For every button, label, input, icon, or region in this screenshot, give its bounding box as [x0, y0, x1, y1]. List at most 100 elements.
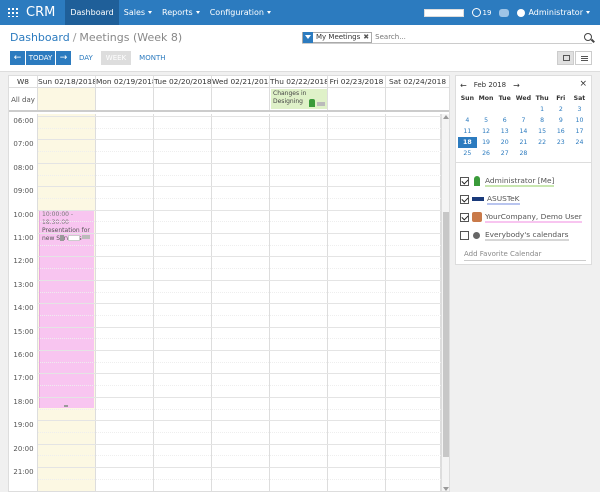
top-navbar: CRM Dashboard Sales Reports Configuratio…	[0, 0, 600, 25]
day-header[interactable]: Tue 02/20/2018	[154, 76, 212, 87]
chat-icon[interactable]	[499, 8, 510, 17]
mini-day[interactable]: 21	[514, 137, 533, 148]
view-week[interactable]: WEEK	[100, 51, 132, 65]
menu-sales[interactable]: Sales	[119, 0, 157, 25]
mini-day[interactable]: 23	[551, 137, 570, 148]
mini-dow-label: Tue	[498, 95, 511, 102]
calendar-scrollbar[interactable]	[441, 114, 449, 491]
mini-day[interactable]: 18	[458, 137, 477, 148]
view-month[interactable]: MONTH	[134, 51, 170, 65]
filter-demo-user[interactable]: YourCompany, Demo User	[460, 208, 587, 226]
filter-checkbox[interactable]	[460, 212, 469, 222]
half-hour-line	[38, 291, 441, 293]
all-day-event[interactable]: Changes in Designing	[271, 89, 327, 109]
all-day-cell[interactable]: Changes in Designing	[270, 88, 328, 110]
control-panel: Dashboard / Meetings (Week 8) My Meetings …	[0, 25, 600, 72]
next-button[interactable]: →	[56, 51, 71, 65]
mini-prev-month-button[interactable]: ←	[456, 81, 471, 90]
filter-checkbox[interactable]	[460, 176, 469, 186]
filter-everybody[interactable]: Everybody's calendars	[460, 226, 587, 244]
day-header[interactable]: Wed 02/21/2018	[212, 76, 270, 87]
mini-day[interactable]: 8	[533, 115, 552, 126]
calendar-event[interactable]: 10:00:00 - 18:30:00 Presentation for new…	[39, 209, 94, 409]
all-day-cell[interactable]	[38, 88, 96, 110]
mini-day[interactable]: 3	[570, 104, 589, 115]
app-brand[interactable]: CRM	[0, 0, 65, 25]
list-view-button[interactable]	[575, 51, 592, 65]
time-grid[interactable]: 06:00 07:00 08:00 09:00 10:00 11:00 12:00 13:00…	[9, 114, 441, 491]
breadcrumb-parent[interactable]: Dashboard	[10, 31, 70, 44]
event-resize-handle[interactable]	[64, 405, 68, 408]
mini-day[interactable]: 11	[458, 126, 477, 137]
mini-day[interactable]: 6	[495, 115, 514, 126]
scrollbar-thumb[interactable]	[443, 212, 449, 457]
prev-button[interactable]: ←	[10, 51, 25, 65]
half-hour-line	[38, 174, 441, 176]
menu-configuration[interactable]: Configuration	[205, 0, 276, 25]
half-hour-line	[38, 455, 441, 457]
menu-dashboard[interactable]: Dashboard	[65, 0, 119, 25]
navbar-quick-input[interactable]	[423, 8, 464, 17]
mini-day[interactable]: 24	[570, 137, 589, 148]
all-day-cell[interactable]	[328, 88, 386, 110]
hour-line	[38, 303, 441, 305]
filter-asustek[interactable]: ASUSTeK	[460, 190, 587, 208]
day-header[interactable]: Thu 02/22/2018	[270, 76, 328, 87]
mini-day[interactable]: 19	[477, 137, 496, 148]
attendee-avatar-icon	[68, 234, 80, 241]
caret-down-icon	[266, 11, 271, 14]
calendar-view-button[interactable]	[557, 51, 574, 65]
mini-day[interactable]: 9	[551, 115, 570, 126]
mini-day[interactable]: 7	[514, 115, 533, 126]
day-header[interactable]: Mon 02/19/2018	[96, 76, 154, 87]
all-day-cell[interactable]	[386, 88, 449, 110]
half-hour-line	[38, 361, 441, 363]
mini-day[interactable]: 1	[533, 104, 552, 115]
mini-day[interactable]: 10	[570, 115, 589, 126]
mini-day[interactable]: 2	[551, 104, 570, 115]
all-day-cell[interactable]	[212, 88, 270, 110]
filter-administrator[interactable]: Administrator [Me]	[460, 172, 587, 190]
at-sign-icon	[471, 8, 481, 17]
day-header[interactable]: Fri 02/23/2018	[328, 76, 386, 87]
mini-day[interactable]: 28	[514, 148, 533, 159]
mini-day[interactable]: 15	[533, 126, 552, 137]
mini-day[interactable]: 25	[458, 148, 477, 159]
filter-checkbox[interactable]	[460, 230, 469, 240]
user-menu[interactable]: Administrator	[517, 8, 590, 17]
mini-day[interactable]: 26	[477, 148, 496, 159]
mini-week-row: 18 19 20 21 22 23 24	[458, 137, 589, 148]
search-input[interactable]	[375, 33, 526, 41]
mini-day[interactable]: 27	[495, 148, 514, 159]
today-button[interactable]: TODAY	[26, 51, 55, 65]
breadcrumb-separator: /	[72, 31, 77, 44]
activity-notifications[interactable]: 19	[471, 8, 491, 17]
view-day[interactable]: DAY	[74, 51, 98, 65]
day-header[interactable]: Sat 02/24/2018	[386, 76, 449, 87]
close-sidebar-button[interactable]: ×	[579, 79, 587, 89]
mini-day[interactable]: 20	[495, 137, 514, 148]
add-favorite-calendar-input[interactable]: Add Favorite Calendar	[464, 248, 586, 261]
scroll-up-arrow-icon[interactable]	[443, 115, 449, 119]
menu-reports[interactable]: Reports	[157, 0, 205, 25]
mini-next-month-button[interactable]: →	[509, 81, 524, 90]
mini-day[interactable]: 5	[477, 115, 496, 126]
mini-day[interactable]: 4	[458, 115, 477, 126]
apps-grid-icon[interactable]	[8, 8, 18, 17]
facet-remove-icon[interactable]: ✖	[363, 33, 371, 41]
mini-dow-label: Fri	[556, 95, 566, 102]
mini-day[interactable]: 13	[495, 126, 514, 137]
mini-day[interactable]: 22	[533, 137, 552, 148]
mini-day[interactable]: 17	[570, 126, 589, 137]
all-day-cell[interactable]	[154, 88, 212, 110]
search-icon[interactable]	[584, 33, 592, 41]
mini-day[interactable]: 12	[477, 126, 496, 137]
filter-checkbox[interactable]	[460, 194, 469, 204]
mini-day[interactable]: 16	[551, 126, 570, 137]
scroll-down-arrow-icon[interactable]	[443, 487, 449, 491]
all-day-row: All day Changes in Designing	[9, 88, 449, 112]
hour-label: 13:00	[13, 280, 34, 289]
mini-day[interactable]: 14	[514, 126, 533, 137]
day-header[interactable]: Sun 02/18/2018	[38, 76, 96, 87]
all-day-cell[interactable]	[96, 88, 154, 110]
